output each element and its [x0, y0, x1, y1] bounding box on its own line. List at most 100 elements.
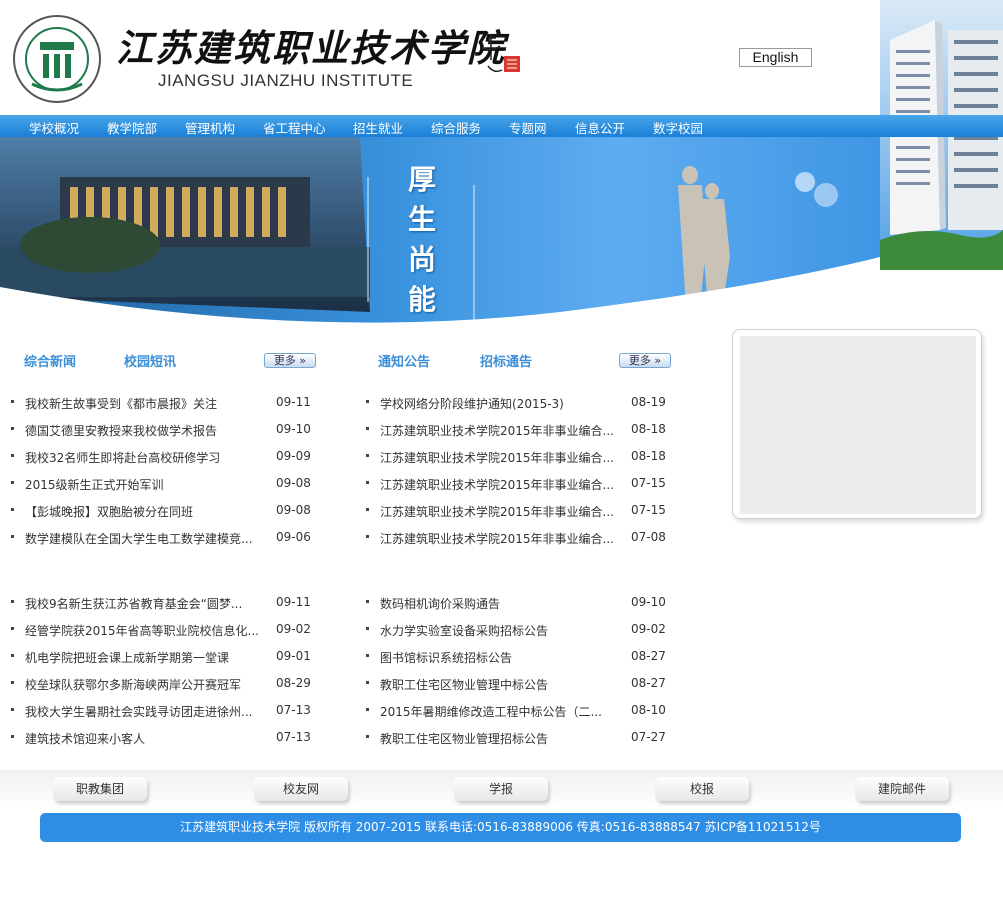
news-title[interactable]: 【彭城晚报】双胞胎被分在同班	[25, 503, 193, 520]
school-name-cn: 江苏建筑职业技术学院	[116, 26, 506, 70]
english-button[interactable]: English	[739, 48, 812, 67]
bullet-icon	[366, 481, 369, 484]
bullet-icon	[366, 600, 369, 603]
list-item[interactable]: 江苏建筑职业技术学院2015年非事业编合... 08-18	[366, 422, 666, 439]
footer-link-journal[interactable]: 学报	[454, 777, 548, 801]
nav-item-services[interactable]: 综合服务	[431, 118, 481, 137]
list-item[interactable]: 学校网络分阶段维护通知(2015-3) 08-19	[366, 395, 666, 412]
bullet-icon	[366, 735, 369, 738]
news-title[interactable]: 德国艾德里安教授来我校做学术报告	[25, 422, 217, 439]
bullet-icon	[11, 400, 14, 403]
list-item[interactable]: 2015级新生正式开始军训 09-08	[11, 476, 311, 493]
news-title[interactable]: 我校大学生暑期社会实践寻访团走进徐州...	[25, 703, 252, 720]
bullet-icon	[11, 535, 14, 538]
bullet-icon	[11, 481, 14, 484]
bullet-icon	[366, 400, 369, 403]
list-item[interactable]: 我校9名新生获江苏省教育基金会“圆梦... 09-11	[11, 595, 311, 612]
notice-date: 07-15	[631, 503, 666, 517]
list-item[interactable]: 校垒球队获鄂尔多斯海峡两岸公开赛冠军 08-29	[11, 676, 311, 693]
tender-title[interactable]: 教职工住宅区物业管理招标公告	[380, 730, 548, 747]
list-item[interactable]: 德国艾德里安教授来我校做学术报告 09-10	[11, 422, 311, 439]
list-item[interactable]: 图书馆标识系统招标公告 08-27	[366, 649, 666, 666]
tender-title[interactable]: 水力学实验室设备采购招标公告	[380, 622, 548, 639]
double-chevron-icon: »	[650, 354, 662, 367]
notice-title[interactable]: 江苏建筑职业技术学院2015年非事业编合...	[380, 422, 614, 439]
bullet-icon	[366, 454, 369, 457]
list-item[interactable]: 教职工住宅区物业管理招标公告 07-27	[366, 730, 666, 747]
footer-link-vocational-group[interactable]: 职教集团	[53, 777, 147, 801]
notice-title[interactable]: 学校网络分阶段维护通知(2015-3)	[380, 395, 564, 412]
footer-link-newspaper[interactable]: 校报	[655, 777, 749, 801]
news-title[interactable]: 数学建模队在全国大学生电工数学建模竞...	[25, 530, 252, 547]
site-header: 江苏建筑职业技术学院 JIANGSU JIANZHU INSTITUTE Eng…	[0, 0, 1003, 115]
list-item[interactable]: 我校大学生暑期社会实践寻访团走进徐州... 07-13	[11, 703, 311, 720]
bullet-icon	[11, 681, 14, 684]
list-item[interactable]: 我校32名师生即将赴台高校研修学习 09-09	[11, 449, 311, 466]
nav-item-info-disclosure[interactable]: 信息公开	[575, 118, 625, 137]
school-name-en: JIANGSU JIANZHU INSTITUTE	[158, 71, 414, 90]
right-more-button[interactable]: 更多 »	[619, 353, 671, 368]
list-item[interactable]: 江苏建筑职业技术学院2015年非事业编合... 07-15	[366, 503, 666, 520]
tab-general-news[interactable]: 综合新闻	[24, 351, 76, 370]
nav-item-engineering-center[interactable]: 省工程中心	[263, 118, 326, 137]
footer-link-email[interactable]: 建院邮件	[855, 777, 949, 801]
tab-tender-notices[interactable]: 招标通告	[480, 351, 532, 370]
footer-link-alumni[interactable]: 校友网	[254, 777, 348, 801]
list-item[interactable]: 江苏建筑职业技术学院2015年非事业编合... 07-15	[366, 476, 666, 493]
news-title[interactable]: 我校新生故事受到《都市晨报》关注	[25, 395, 217, 412]
tab-notices[interactable]: 通知公告	[378, 351, 430, 370]
list-item[interactable]: 【彭城晚报】双胞胎被分在同班 09-08	[11, 503, 311, 520]
tender-title[interactable]: 数码相机询价采购通告	[380, 595, 500, 612]
nav-item-topics[interactable]: 专题网	[509, 118, 547, 137]
tender-date: 08-27	[631, 676, 666, 690]
list-item[interactable]: 建筑技术馆迎来小客人 07-13	[11, 730, 311, 747]
list-item[interactable]: 数学建模队在全国大学生电工数学建模竞... 09-06	[11, 530, 311, 547]
news-date: 09-10	[276, 422, 311, 436]
list-item[interactable]: 2015年暑期维修改造工程中标公告（二... 08-10	[366, 703, 666, 720]
news-title[interactable]: 建筑技术馆迎来小客人	[25, 730, 145, 747]
calligraphy-seal-icon	[483, 34, 520, 73]
bullet-icon	[366, 508, 369, 511]
left-more-button[interactable]: 更多 »	[264, 353, 316, 368]
notice-title[interactable]: 江苏建筑职业技术学院2015年非事业编合...	[380, 476, 614, 493]
news-title[interactable]: 校垒球队获鄂尔多斯海峡两岸公开赛冠军	[25, 676, 241, 693]
list-item[interactable]: 数码相机询价采购通告 09-10	[366, 595, 666, 612]
bullet-icon	[11, 427, 14, 430]
tender-title[interactable]: 图书馆标识系统招标公告	[380, 649, 512, 666]
list-item[interactable]: 机电学院把班会课上成新学期第一堂课 09-01	[11, 649, 311, 666]
list-item[interactable]: 江苏建筑职业技术学院2015年非事业编合... 07-08	[366, 530, 666, 547]
more-label: 更多	[273, 354, 296, 367]
tender-date: 08-10	[631, 703, 666, 717]
news-title[interactable]: 2015级新生正式开始军训	[25, 476, 164, 493]
bullet-icon	[366, 535, 369, 538]
notice-title[interactable]: 江苏建筑职业技术学院2015年非事业编合...	[380, 503, 614, 520]
notice-title[interactable]: 江苏建筑职业技术学院2015年非事业编合...	[380, 530, 614, 547]
news-title[interactable]: 经管学院获2015年省高等职业院校信息化...	[25, 622, 259, 639]
news-title[interactable]: 我校32名师生即将赴台高校研修学习	[25, 449, 220, 466]
news-title[interactable]: 机电学院把班会课上成新学期第一堂课	[25, 649, 229, 666]
bullet-icon	[11, 735, 14, 738]
news-date: 09-06	[276, 530, 311, 544]
double-chevron-icon: »	[295, 354, 307, 367]
tab-campus-briefs[interactable]: 校园短讯	[124, 351, 176, 370]
nav-item-digital-campus[interactable]: 数字校园	[653, 118, 703, 137]
news-date: 09-11	[276, 595, 311, 609]
bullet-icon	[11, 654, 14, 657]
notice-date: 08-19	[631, 395, 666, 409]
tender-date: 07-27	[631, 730, 666, 744]
nav-item-administration[interactable]: 管理机构	[185, 118, 235, 137]
nav-item-school-overview[interactable]: 学校概况	[29, 118, 79, 137]
list-item[interactable]: 水力学实验室设备采购招标公告 09-02	[366, 622, 666, 639]
tender-title[interactable]: 教职工住宅区物业管理中标公告	[380, 676, 548, 693]
nav-item-departments[interactable]: 教学院部	[107, 118, 157, 137]
tender-title[interactable]: 2015年暑期维修改造工程中标公告（二...	[380, 703, 602, 720]
list-item[interactable]: 我校新生故事受到《都市晨报》关注 09-11	[11, 395, 311, 412]
list-item[interactable]: 江苏建筑职业技术学院2015年非事业编合... 08-18	[366, 449, 666, 466]
school-logo[interactable]	[12, 14, 102, 104]
news-date: 09-08	[276, 503, 311, 517]
list-item[interactable]: 经管学院获2015年省高等职业院校信息化... 09-02	[11, 622, 311, 639]
news-title[interactable]: 我校9名新生获江苏省教育基金会“圆梦...	[25, 595, 242, 612]
notice-title[interactable]: 江苏建筑职业技术学院2015年非事业编合...	[380, 449, 614, 466]
list-item[interactable]: 教职工住宅区物业管理中标公告 08-27	[366, 676, 666, 693]
nav-item-admissions[interactable]: 招生就业	[353, 118, 403, 137]
